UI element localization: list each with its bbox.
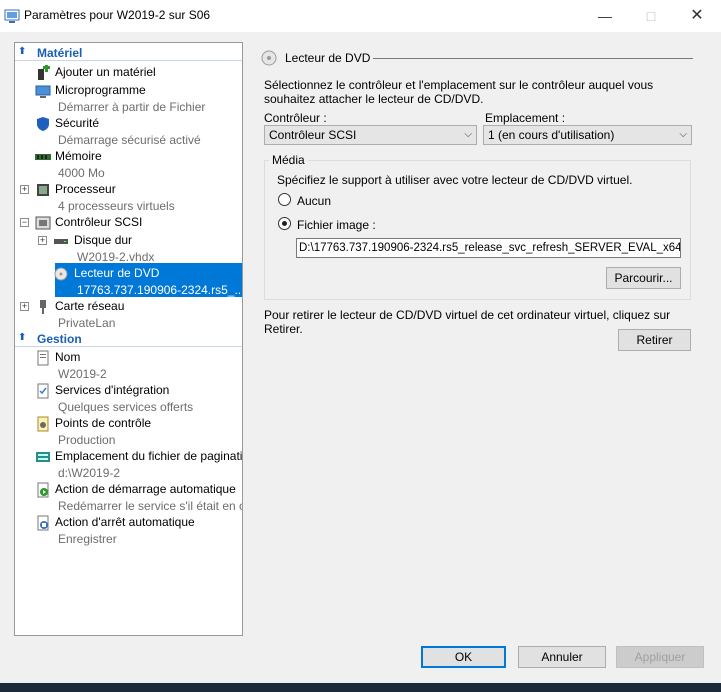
hyperv-settings-icon — [4, 9, 20, 23]
section-hardware[interactable]: ⬆ Matériel — [15, 45, 242, 61]
remove-button[interactable]: Retirer — [618, 329, 691, 351]
dvd-icon — [54, 267, 68, 281]
scsi-controller-icon — [35, 216, 51, 230]
controller-select[interactable]: Contrôleur SCSI ⌵ — [264, 125, 477, 145]
browse-button[interactable]: Parcourir... — [606, 267, 681, 289]
media-group-title: Média — [269, 153, 308, 167]
section-management[interactable]: ⬆ Gestion — [15, 331, 242, 347]
tree-item-firmware[interactable]: Microprogramme Démarrer à partir de Fich… — [15, 83, 242, 115]
apply-button[interactable]: Appliquer — [616, 646, 704, 668]
collapse-chevron-icon[interactable]: ⬆ — [18, 46, 26, 57]
tree-item-scsi-controller[interactable]: − Contrôleur SCSI — [15, 215, 242, 231]
settings-tree: ⬆ Matériel Ajouter un matériel Microprog… — [14, 42, 243, 636]
title-bar: Paramètres pour W2019-2 sur S06 — □ ✕ — [0, 0, 721, 32]
processor-icon — [37, 184, 49, 196]
cancel-button[interactable]: Annuler — [518, 646, 606, 668]
expand-icon[interactable]: + — [20, 302, 29, 311]
hard-disk-icon — [54, 239, 68, 244]
tree-item-hard-disk[interactable]: + Disque dur W2019-2.vhdx — [15, 233, 242, 265]
chevron-down-icon: ⌵ — [679, 129, 687, 140]
location-label: Emplacement : — [485, 111, 566, 125]
collapse-icon[interactable]: − — [20, 218, 29, 227]
image-file-radio[interactable] — [278, 217, 291, 230]
tree-item-checkpoints[interactable]: Points de contrôle Production — [15, 416, 242, 448]
memory-icon — [35, 154, 51, 160]
minimize-icon[interactable]: — — [582, 0, 628, 32]
tree-item-security[interactable]: Sécurité Démarrage sécurisé activé — [15, 116, 242, 148]
dvd-icon — [261, 50, 277, 66]
tree-item-auto-stop[interactable]: Action d'arrêt automatique Enregistrer — [15, 515, 242, 547]
controller-label: Contrôleur : — [264, 111, 327, 125]
tree-item-auto-start[interactable]: Action de démarrage automatique Redémarr… — [15, 482, 242, 514]
tree-item-dvd-drive[interactable]: Lecteur de DVD 17763.737.190906-2324.rs5… — [15, 263, 242, 298]
integration-services-icon — [37, 383, 49, 399]
tree-item-network-adapter[interactable]: + Carte réseau PrivateLan — [15, 299, 242, 331]
image-file-radio-label[interactable]: Fichier image : — [297, 218, 376, 232]
tree-item-integration-services[interactable]: Services d'intégration Quelques services… — [15, 383, 242, 415]
expand-icon[interactable]: + — [20, 185, 29, 194]
tree-item-add-hardware[interactable]: Ajouter un matériel — [15, 65, 242, 81]
none-radio-label[interactable]: Aucun — [297, 194, 331, 208]
panel-description: Sélectionnez le contrôleur et l'emplacem… — [264, 78, 654, 106]
details-panel: Lecteur de DVD Sélectionnez le contrôleu… — [253, 42, 704, 636]
checkpoint-icon — [37, 416, 49, 432]
image-path-input[interactable]: D:\17763.737.190906-2324.rs5_release_svc… — [296, 238, 681, 258]
chevron-down-icon: ⌵ — [464, 129, 472, 140]
settings-window: Paramètres pour W2019-2 sur S06 — □ ✕ ⬆ … — [0, 0, 721, 692]
none-radio[interactable] — [278, 193, 291, 206]
location-select[interactable]: 1 (en cours d'utilisation) ⌵ — [483, 125, 692, 145]
ok-button[interactable]: OK — [421, 646, 506, 668]
auto-stop-icon — [37, 515, 49, 531]
name-icon — [37, 350, 49, 366]
paging-file-icon — [36, 452, 50, 462]
header-divider — [373, 58, 693, 59]
network-adapter-icon — [40, 300, 46, 314]
shield-icon — [37, 117, 49, 131]
tree-item-processor[interactable]: + Processeur 4 processeurs virtuels — [15, 182, 242, 214]
firmware-icon — [35, 85, 51, 98]
media-description: Spécifiez le support à utiliser avec vot… — [277, 173, 633, 187]
window-title: Paramètres pour W2019-2 sur S06 — [24, 8, 211, 22]
close-icon[interactable]: ✕ — [674, 0, 720, 32]
tree-item-memory[interactable]: Mémoire 4000 Mo — [15, 149, 242, 181]
add-hardware-icon — [38, 65, 50, 80]
maximize-icon[interactable]: □ — [628, 0, 674, 32]
expand-icon[interactable]: + — [38, 236, 47, 245]
tree-item-name[interactable]: Nom W2019-2 — [15, 350, 242, 382]
auto-start-icon — [37, 482, 49, 498]
taskbar-strip — [0, 683, 721, 692]
panel-title: Lecteur de DVD — [285, 51, 371, 65]
tree-item-paging-file[interactable]: Emplacement du fichier de paginati... d:… — [15, 449, 242, 481]
collapse-chevron-icon[interactable]: ⬆ — [18, 332, 26, 343]
